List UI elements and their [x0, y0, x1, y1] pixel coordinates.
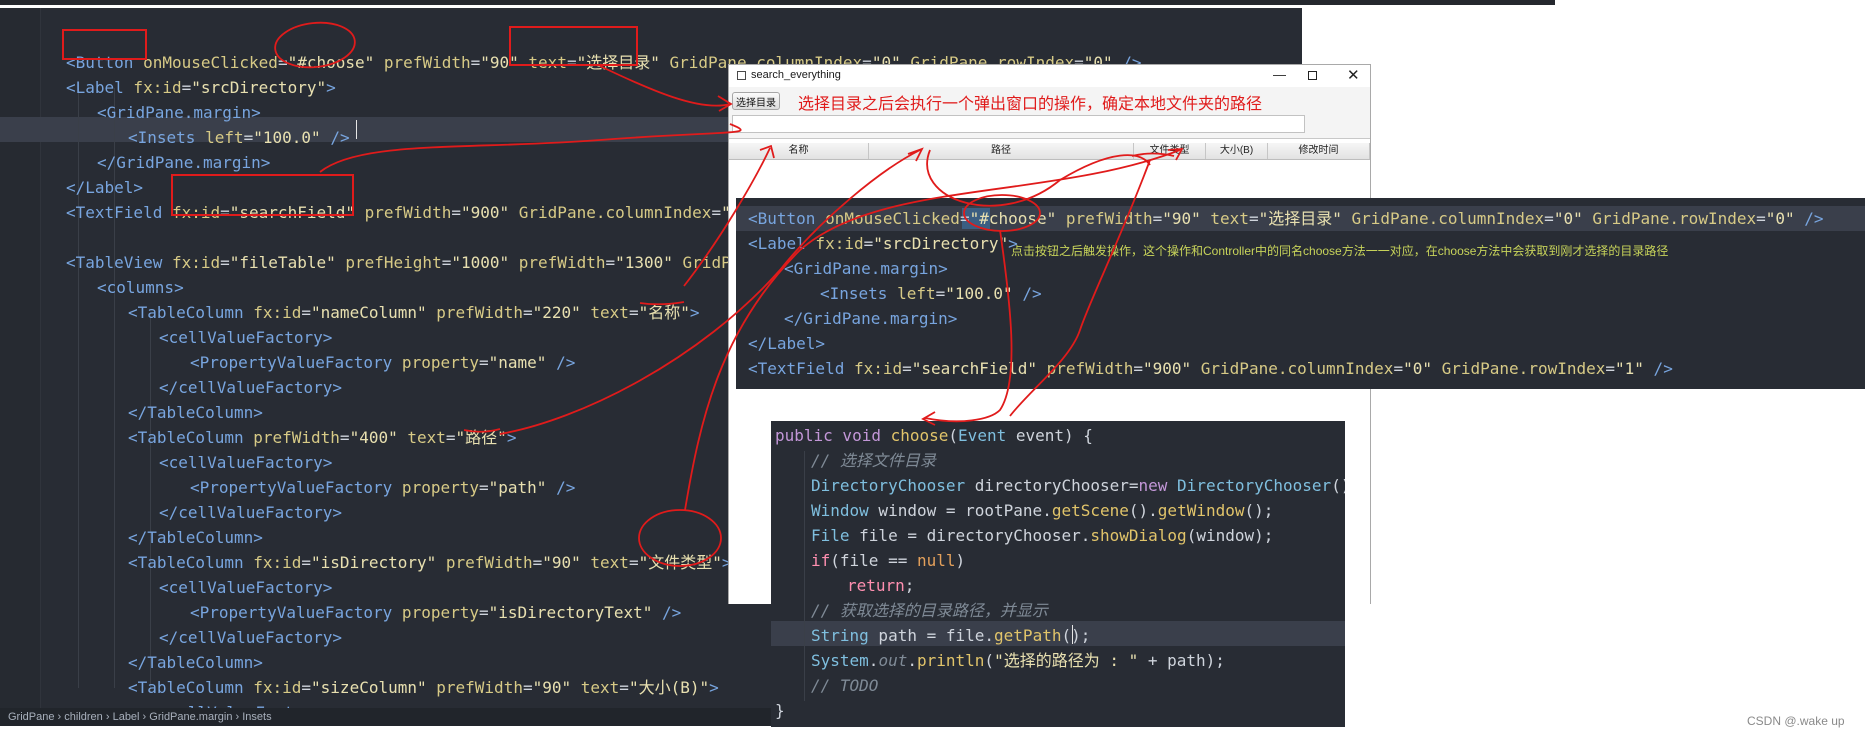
arrow-label-to-search: [319, 123, 742, 173]
arrow-filetype-to-column: [684, 147, 1184, 511]
watermark: CSDN @.wake up: [1747, 714, 1845, 728]
underline-path: [463, 428, 501, 433]
choose-ellipse: [274, 21, 356, 69]
arrow-choose-to-method: [921, 229, 1013, 426]
loop-stroke: [926, 149, 1151, 207]
arrow-name-to-column: [683, 144, 775, 287]
annotation-strokes: [274, 21, 1184, 567]
file-type-ellipse: [638, 509, 722, 567]
choose-snippet-ellipse: [963, 194, 1041, 232]
arrow-path-to-column: [499, 147, 924, 435]
underline-name: [639, 301, 685, 306]
arrow-text-to-annotation: [599, 65, 733, 112]
